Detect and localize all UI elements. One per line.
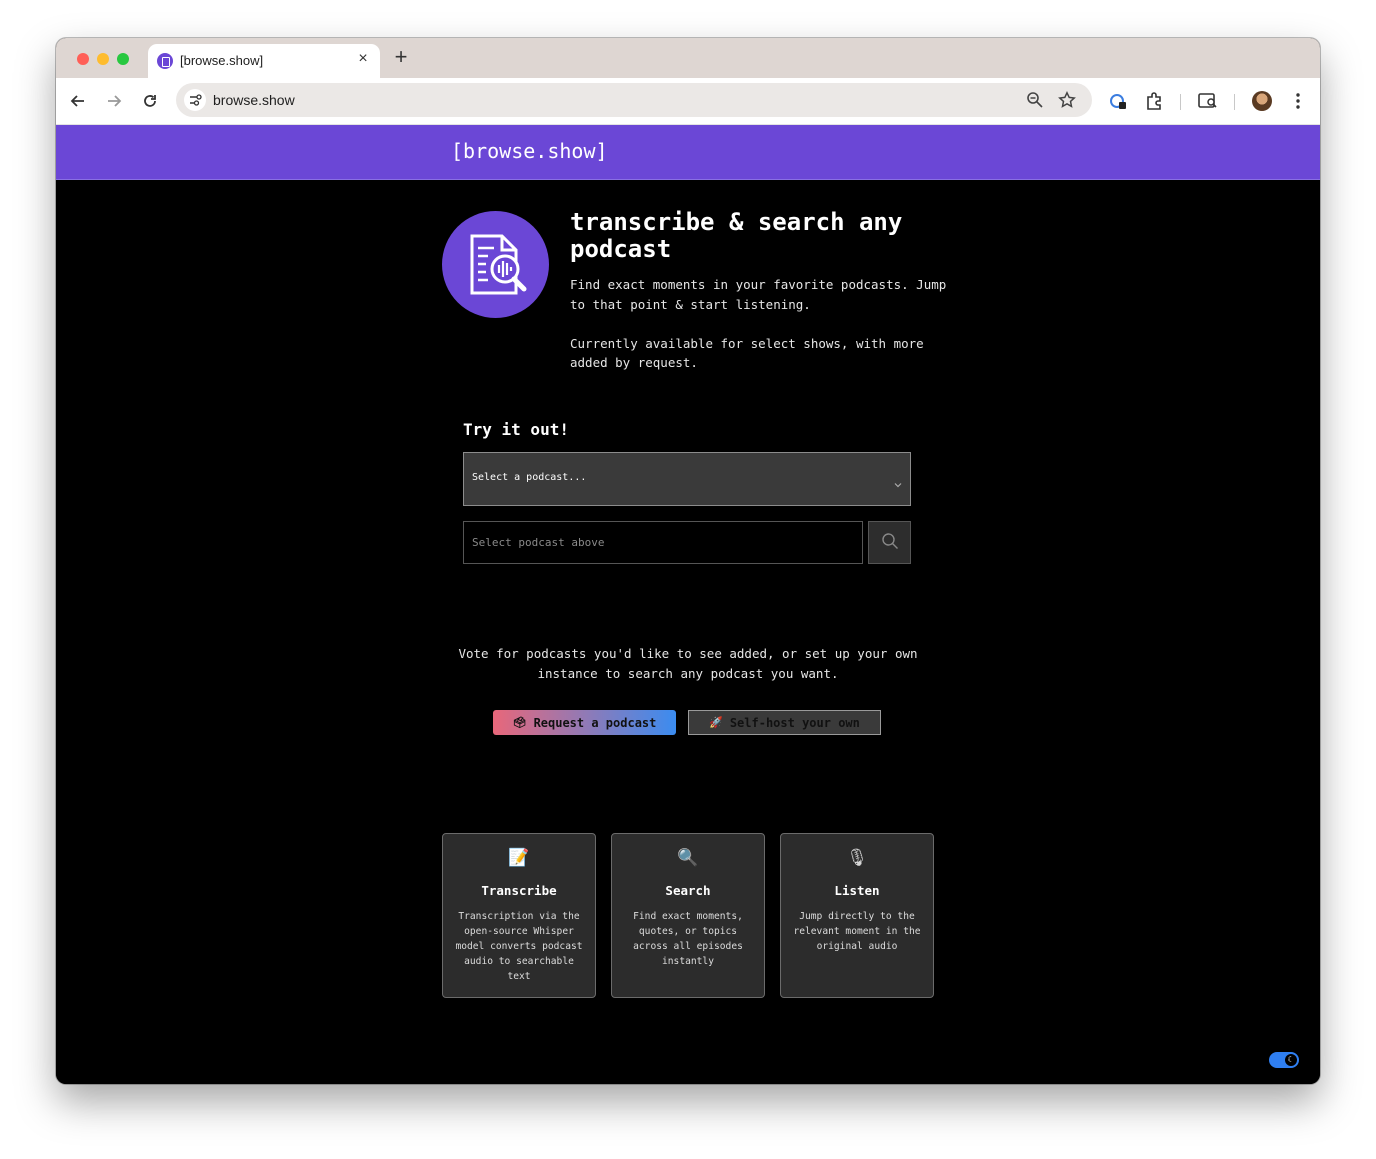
self-host-button[interactable]: 🚀 Self-host your own <box>688 710 881 735</box>
maximize-window-button[interactable] <box>117 53 129 65</box>
reload-icon[interactable] <box>138 89 162 113</box>
browser-tab[interactable]: [browse.show] × <box>148 44 380 78</box>
hero-description: Find exact moments in your favorite podc… <box>570 277 947 312</box>
feature-description: Transcription via the open-source Whispe… <box>455 911 583 982</box>
feature-title: Listen <box>834 883 880 898</box>
profile-avatar[interactable] <box>1252 91 1272 111</box>
rocket-icon: 🚀 <box>709 716 723 729</box>
toolbar-divider <box>1234 94 1235 110</box>
address-bar[interactable]: browse.show <box>176 83 1092 117</box>
hero-title: transcribe & search any podcast <box>570 208 903 263</box>
site-title[interactable]: [browse.show] <box>451 139 608 163</box>
search-button[interactable] <box>868 521 911 564</box>
tab-search-icon[interactable] <box>1197 90 1219 112</box>
hero-description-block: Find exact moments in your favorite podc… <box>570 275 950 373</box>
site-header: [browse.show] <box>56 125 1320 180</box>
bookmark-star-icon[interactable] <box>1058 91 1076 114</box>
browser-toolbar: browse.show <box>56 78 1320 125</box>
feature-card-search: 🔍 Search Find exact moments, quotes, or … <box>611 833 765 998</box>
forward-icon[interactable] <box>102 89 126 113</box>
microphone-icon: 🎙 <box>846 848 868 868</box>
transcript-search-logo-icon <box>442 211 549 318</box>
back-icon[interactable] <box>66 89 90 113</box>
extensions-puzzle-icon[interactable] <box>1143 90 1165 112</box>
feature-title: Transcribe <box>481 883 557 898</box>
search-input[interactable]: Select podcast above <box>463 521 863 564</box>
theme-toggle[interactable]: ☾ <box>1269 1052 1299 1068</box>
request-podcast-button[interactable]: 🗳 Request a podcast <box>493 710 676 735</box>
new-tab-button[interactable]: + <box>390 46 412 68</box>
self-host-label: Self-host your own <box>729 715 860 730</box>
search-icon <box>881 532 899 554</box>
close-tab-icon[interactable]: × <box>354 50 372 68</box>
vote-text: Vote for podcasts you'd like to see adde… <box>458 646 918 681</box>
menu-dots-icon[interactable] <box>1287 90 1309 112</box>
try-it-out-heading: Try it out! <box>463 420 569 439</box>
chevron-down-icon <box>894 473 902 492</box>
close-window-button[interactable] <box>77 53 89 65</box>
memo-icon: 📝 <box>508 848 530 868</box>
magnifier-icon: 🔍 <box>677 848 699 868</box>
tab-title: [browse.show] <box>180 53 264 68</box>
minimize-window-button[interactable] <box>97 53 109 65</box>
tab-bar: [browse.show] × + <box>56 38 1320 78</box>
site-settings-icon[interactable] <box>184 89 206 111</box>
request-podcast-label: Request a podcast <box>533 715 657 730</box>
address-text: browse.show <box>213 92 295 108</box>
ballot-box-icon: 🗳 <box>512 716 527 729</box>
feature-card-transcribe: 📝 Transcribe Transcription via the open-… <box>442 833 596 998</box>
feature-description: Find exact moments, quotes, or topics ac… <box>633 911 743 967</box>
toolbar-divider <box>1180 94 1181 110</box>
feature-card-listen: 🎙 Listen Jump directly to the relevant m… <box>780 833 934 998</box>
moon-icon: ☾ <box>1285 1054 1297 1066</box>
zoom-icon[interactable] <box>1026 91 1044 114</box>
browser-window: [browse.show] × + browse.show [browse.sh… <box>56 38 1320 1084</box>
hero-availability: Currently available for select shows, wi… <box>570 335 924 371</box>
feature-description: Jump directly to the relevant moment in … <box>793 911 921 952</box>
page-content: [browse.show] transcribe & search any po… <box>56 125 1320 1084</box>
feature-title: Search <box>665 883 711 898</box>
favicon-icon <box>157 53 173 69</box>
extension-icon[interactable] <box>1107 90 1129 112</box>
podcast-select-value: Select a podcast... <box>472 472 587 483</box>
search-input-placeholder: Select podcast above <box>472 536 605 549</box>
podcast-select[interactable]: Select a podcast... <box>463 452 911 506</box>
